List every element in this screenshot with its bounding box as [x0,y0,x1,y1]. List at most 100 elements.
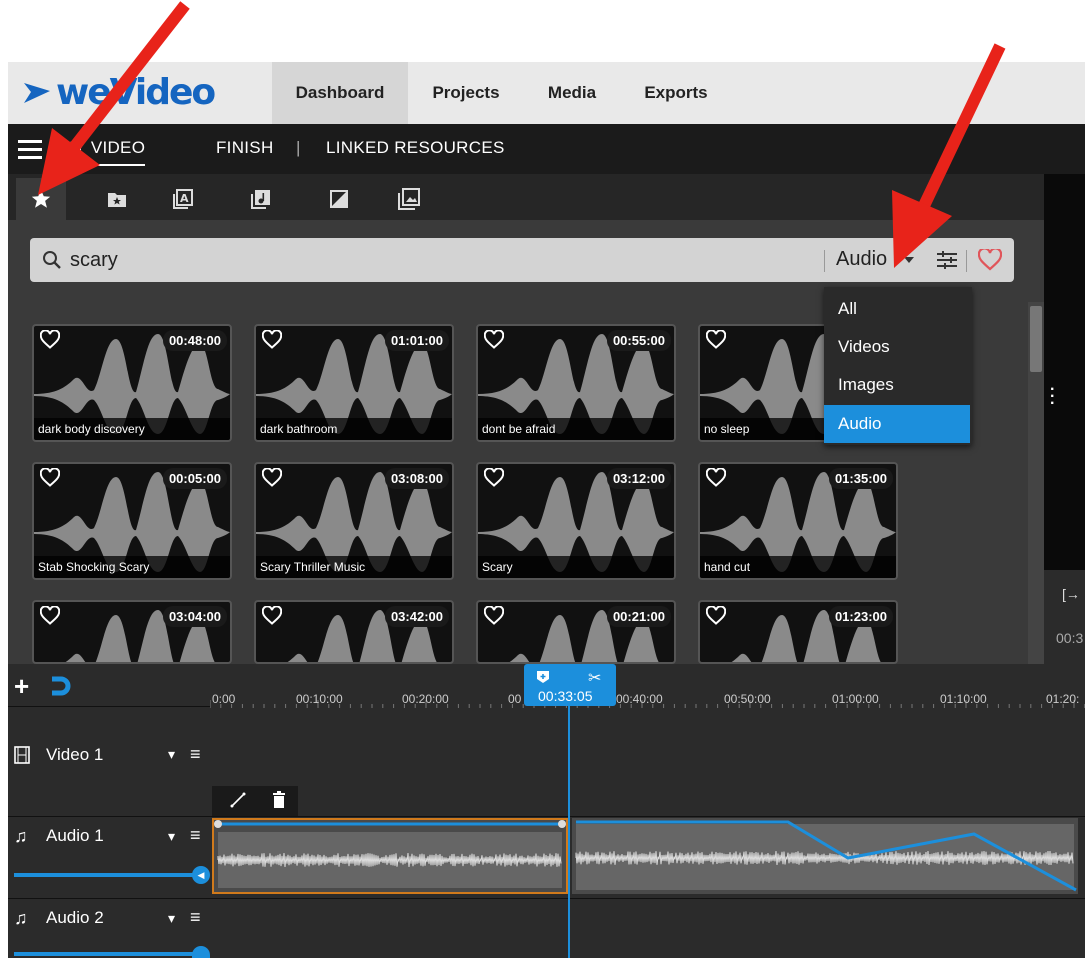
dropdown-option-videos[interactable]: Videos [824,328,970,366]
card-title: dark body discovery [34,418,230,440]
ruler-tick-label: 00:50:00 [724,692,771,706]
heart-icon[interactable] [262,606,282,626]
heart-icon[interactable] [484,330,504,350]
ruler-tick-label: 00:40:00 [616,692,663,706]
audio-card[interactable]: 03:12:00 Scary [476,462,676,580]
annotation-arrow-right [892,43,1006,268]
nav-dashboard[interactable]: Dashboard [272,62,408,124]
track-name: Audio 2 [46,908,104,927]
volume-slider[interactable] [14,873,200,877]
add-track-icon[interactable]: + [14,673,29,699]
heart-icon[interactable] [262,330,282,350]
track-name: Audio 1 [46,826,104,845]
music-note-icon: ♫ [14,826,28,846]
heart-icon[interactable] [484,606,504,626]
ruler-tick-label: 01:00:00 [832,692,879,706]
audio-card[interactable]: 01:23:00 [698,600,898,664]
audio-card[interactable]: 00:05:00 Stab Shocking Scary [32,462,232,580]
duration-badge: 00:21:00 [606,606,671,627]
duration-badge: 03:04:00 [162,606,227,627]
volume-icon[interactable]: ◀ [192,866,210,884]
audio-card[interactable]: 01:01:00 dark bathroom [254,324,454,442]
playhead-time: 00:33:05 [538,688,593,704]
card-title: dont be afraid [478,418,674,440]
audio-card[interactable]: 00:55:00 dont be afraid [476,324,676,442]
exit-fullscreen-icon[interactable]: [→ [1062,586,1080,602]
playhead-line[interactable] [568,664,570,958]
tab-linked-resources[interactable]: LINKED RESOURCES [326,138,505,158]
heart-icon[interactable] [262,468,282,488]
card-title: Scary Thriller Music [256,556,452,578]
add-marker-icon[interactable] [536,670,550,684]
dropdown-option-images[interactable]: Images [824,366,970,404]
duration-badge: 03:12:00 [606,468,671,489]
audio-card[interactable]: 00:48:00 dark body discovery [32,324,232,442]
duration-badge: 00:55:00 [606,330,671,351]
edit-line-icon[interactable] [230,792,246,808]
split-scissors-icon[interactable]: ✂ [588,668,601,688]
magnet-snap-icon[interactable] [50,676,72,696]
dropdown-option-audio[interactable]: Audio [824,405,970,443]
heart-icon[interactable] [706,330,726,350]
film-icon [14,746,30,764]
ruler-tick-label: 0:00 [212,692,236,706]
audio-card[interactable]: 01:35:00 hand cut [698,462,898,580]
library-tab-images[interactable] [384,178,434,220]
search-icon [43,251,61,269]
tab-finish[interactable]: FINISH [216,138,274,158]
heart-icon[interactable] [40,468,60,488]
heart-icon[interactable] [706,606,726,626]
heart-icon[interactable] [484,468,504,488]
duration-badge: 03:42:00 [384,606,449,627]
audio-card[interactable]: 00:21:00 [476,600,676,664]
card-title: Scary [478,556,674,578]
heart-icon[interactable] [706,468,726,488]
volume-icon[interactable] [192,946,210,958]
search-input[interactable]: scary [70,249,118,272]
trash-icon[interactable] [272,791,286,809]
track-header-audio-2 [8,898,210,958]
duration-badge: 00:48:00 [162,330,227,351]
lane-divider [210,898,1085,899]
audio-clip[interactable] [572,818,1078,894]
nav-exports[interactable]: Exports [630,62,722,124]
panel-resize-handle-icon[interactable]: · · · [1050,382,1055,412]
card-title: hand cut [700,556,896,578]
duration-badge: 03:08:00 [384,468,449,489]
track-options-icon[interactable]: ≡ [190,825,201,846]
audio-clip-selected[interactable] [212,818,568,894]
dropdown-option-all[interactable]: All [824,290,970,328]
heart-icon[interactable] [40,606,60,626]
heart-icon[interactable] [40,330,60,350]
audio-card[interactable]: 03:08:00 Scary Thriller Music [254,462,454,580]
ruler-tick-label: 00:10:00 [296,692,343,706]
library-tab-music[interactable] [236,178,286,220]
music-note-icon: ♫ [14,908,28,928]
clip-waveform [214,820,566,888]
preview-time: 00:3 [1056,630,1084,646]
card-title: Stab Shocking Scary [34,556,230,578]
card-title: dark bathroom [256,418,452,440]
divider [824,250,825,272]
track-menu-caret-icon[interactable]: ▾ [168,910,175,927]
duration-badge: 00:05:00 [162,468,227,489]
scrollbar-thumb[interactable] [1030,306,1042,372]
track-header-video-1 [8,706,210,816]
clip-waveform [575,820,1077,892]
ruler-tick-label: 00 [508,692,522,706]
ruler-tick-label: 00:20:00 [402,692,449,706]
library-tab-transitions[interactable] [314,178,364,220]
track-options-icon[interactable]: ≡ [190,744,201,765]
audio-card[interactable]: 03:42:00 [254,600,454,664]
nav-media[interactable]: Media [532,62,612,124]
ruler-tick-label: 01:10:00 [940,692,987,706]
duration-badge: 01:35:00 [828,468,893,489]
audio-card[interactable]: 03:04:00 [32,600,232,664]
nav-projects[interactable]: Projects [420,62,512,124]
duration-badge: 01:01:00 [384,330,449,351]
track-menu-caret-icon[interactable]: ▾ [168,746,175,763]
preview-controls [1044,570,1085,664]
track-options-icon[interactable]: ≡ [190,907,201,928]
track-menu-caret-icon[interactable]: ▾ [168,828,175,845]
volume-slider[interactable] [14,952,200,956]
